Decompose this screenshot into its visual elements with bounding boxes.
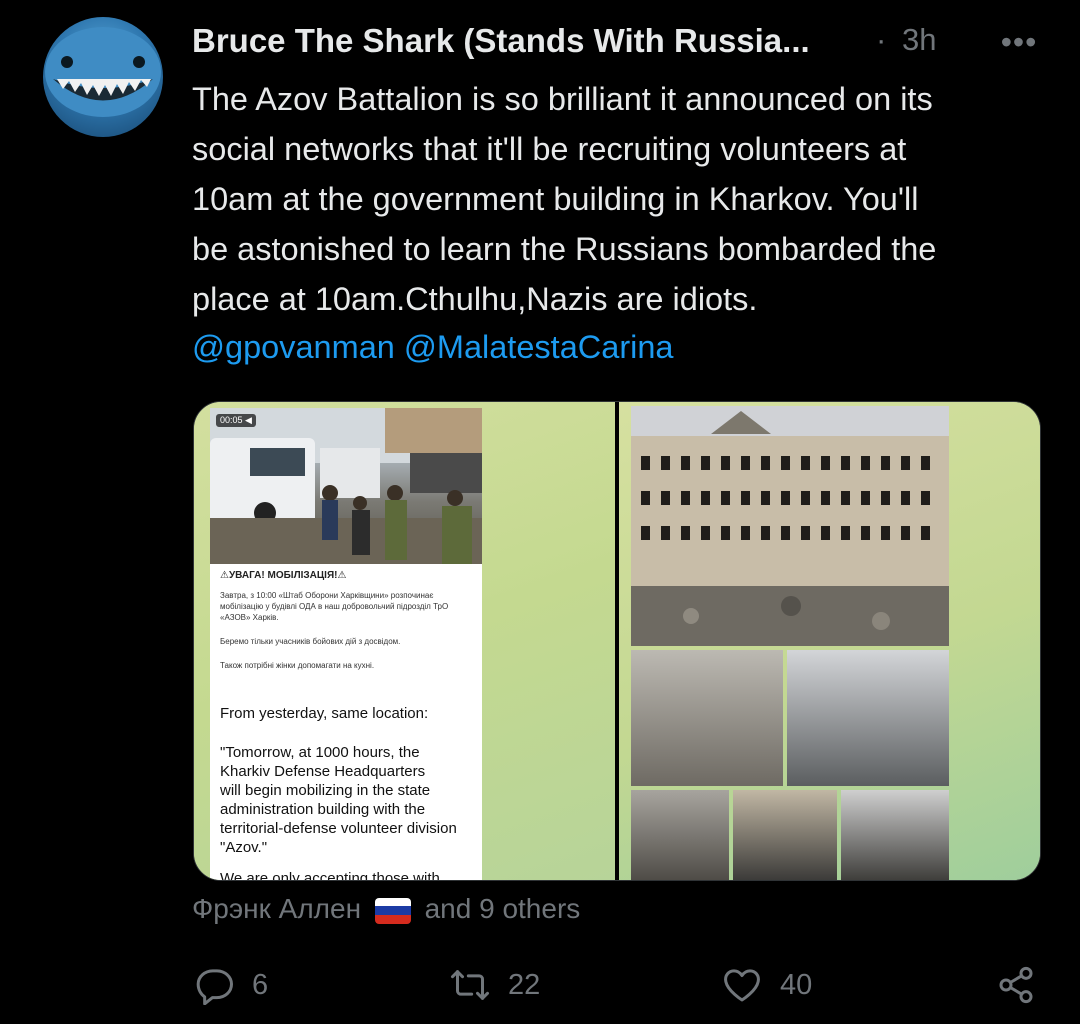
tweet-mentions: @gpovanman @MalatestaCarina [192,322,674,372]
street-damage-photo [733,790,837,880]
ua-text-line-1: Завтра, з 10:00 «Штаб Оборони Харківщини… [220,591,449,622]
russian-flag-icon [374,897,411,924]
en-quote: "Tomorrow, at 1000 hours, the Kharkiv De… [220,744,457,856]
rescue-workers-photo [841,790,949,880]
mention-link-malatestacarina[interactable]: @MalatestaCarina [404,329,674,365]
share-icon [999,966,1033,1004]
recruitment-photo: 00:05 ◀ [210,408,482,564]
telegram-post-screenshot: 00:05 ◀ ⚠УВАГА! МОБІЛІЗАЦІЯ!⚠ Завтра, з … [210,408,482,880]
like-count: 40 [780,968,813,1001]
retweet-button[interactable]: 22 [450,963,540,1007]
liked-by-name[interactable]: Фрэнк Аллен [192,893,361,924]
heart-icon [724,969,760,1002]
interior-damage-photo-2 [787,650,949,786]
liked-by-others[interactable]: and 9 others [425,893,581,924]
reply-icon [196,969,233,1005]
tweet-media[interactable]: 00:05 ◀ ⚠УВАГА! МОБІЛІЗАЦІЯ!⚠ Завтра, з … [193,401,1041,881]
more-options-icon[interactable]: ••• [996,22,1042,62]
shark-avatar-image [45,27,161,117]
ua-alert-title: ⚠УВАГА! МОБІЛІЗАЦІЯ!⚠ [220,570,347,581]
en-heading: From yesterday, same location: [220,705,429,722]
liked-by-line[interactable]: Фрэнк Аллен and 9 others [192,893,580,925]
tweet-timestamp[interactable]: 3h [902,22,936,58]
reply-count: 6 [252,968,269,1001]
like-button[interactable]: 40 [722,963,812,1007]
separator-dot: · [876,22,887,57]
retweet-count: 22 [508,968,541,1001]
rubble-photo [631,790,729,880]
reply-button[interactable]: 6 [194,963,268,1007]
mention-link-gpovanman[interactable]: @gpovanman [192,329,395,365]
retweet-icon [451,970,489,1000]
damaged-building-photo [631,406,949,646]
share-button[interactable] [996,963,1054,1007]
media-image-right[interactable] [619,402,1040,880]
tweet-text: The Azov Battalion is so brilliant it an… [192,81,937,317]
author-name[interactable]: Bruce The Shark (Stands With Russia... [192,22,810,60]
ua-text-line-2: Беремо тільки учасників бойових дій з до… [220,637,401,646]
ua-text-line-3: Також потрібні жінки допомагати на кухні… [220,661,375,670]
author-avatar[interactable] [43,17,163,137]
en-cut-line: We are only accepting those with [220,870,440,880]
video-duration-badge: 00:05 ◀ [216,414,256,427]
interior-damage-photo-1 [631,650,783,786]
media-image-left[interactable]: 00:05 ◀ ⚠УВАГА! МОБІЛІЗАЦІЯ!⚠ Завтра, з … [194,402,615,880]
